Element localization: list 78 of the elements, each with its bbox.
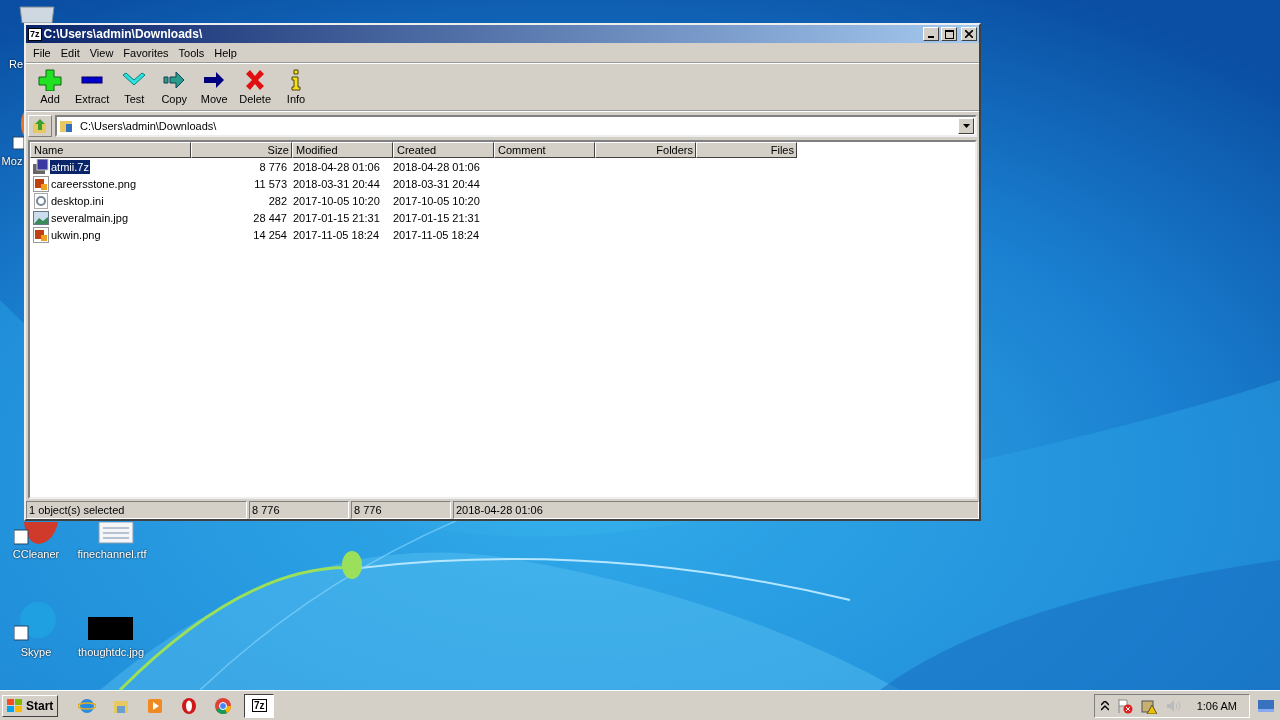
archive-file-icon (33, 158, 49, 175)
column-header[interactable]: Created (393, 142, 494, 158)
image-file-icon (33, 175, 49, 192)
toolbar-button[interactable]: Delete (234, 69, 277, 105)
dropdown-button[interactable] (958, 118, 974, 134)
toolbar-button[interactable]: Copy (154, 69, 195, 105)
file-name[interactable]: ukwin.png (50, 227, 102, 242)
status-bar-field: 8 776 (249, 501, 349, 519)
close-icon (965, 30, 973, 38)
browser-icon[interactable] (12, 110, 24, 150)
taskbar-button[interactable]: 7z (244, 693, 275, 718)
maximize-button[interactable] (941, 27, 957, 41)
column-header[interactable]: Folders (595, 142, 696, 158)
column-header[interactable]: Size (191, 142, 292, 158)
table-cell-text: 14 254 (252, 228, 288, 241)
close-button[interactable] (961, 27, 977, 41)
network-warning-icon[interactable] (1140, 697, 1157, 714)
table-cell-text: 2018-04-28 01:06 (392, 160, 481, 173)
toolbar-button[interactable]: Info (276, 69, 317, 105)
table-cell-text: 2017-11-05 18:24 (392, 228, 481, 241)
status-bar-field: 1 object(s) selected (26, 501, 247, 519)
flag-error-icon[interactable] (1116, 697, 1133, 714)
table-cell-text: 11 573 (253, 177, 288, 190)
window-title: C:\Users\admin\Downloads\ (43, 27, 204, 41)
menu-item[interactable]: Help (209, 46, 242, 59)
menu-item[interactable]: Edit (55, 46, 85, 59)
windows-logo-icon (7, 698, 23, 713)
table-cell-text: 28 447 (252, 211, 288, 224)
column-header[interactable]: Files (696, 142, 797, 158)
ccleaner-icon[interactable] (14, 522, 60, 546)
column-header[interactable]: Modified (292, 142, 393, 158)
minimize-button[interactable] (923, 27, 939, 41)
menu-item[interactable]: Tools (173, 46, 210, 59)
table-cell-text: 282 (267, 194, 288, 207)
file-name[interactable]: careersstone.png (50, 176, 137, 191)
column-header[interactable]: Name (30, 142, 191, 158)
menu-item[interactable]: File (28, 46, 56, 59)
chevron-up-icon[interactable] (1100, 700, 1109, 711)
clock[interactable]: 1:06 AM (1196, 699, 1237, 712)
toolbar-button[interactable]: Add (30, 69, 70, 105)
table-cell-text: 2017-10-05 10:20 (392, 194, 481, 207)
arrow-icon (202, 69, 227, 91)
folder-icon (60, 119, 74, 133)
photo-file-icon (33, 209, 49, 226)
image-file-icon (33, 226, 49, 243)
table-cell-text: 8 776 (258, 160, 288, 173)
toolbar-button[interactable]: Test (114, 69, 155, 105)
toolbar-button[interactable]: Extract (70, 69, 115, 105)
status-bar-field: 8 776 (351, 501, 451, 519)
table-cell-text: 2017-01-15 21:31 (392, 211, 481, 224)
status-bar-field: 2018-04-28 01:06 (453, 501, 979, 519)
table-cell-text: 2018-03-31 20:44 (292, 177, 381, 190)
gear-file-icon (33, 192, 49, 209)
table-cell-text: 2017-11-05 18:24 (292, 228, 381, 241)
table-cell-text: 2018-03-31 20:44 (392, 177, 481, 190)
skype-icon[interactable] (14, 600, 58, 642)
file-name[interactable]: desktop.ini (50, 193, 105, 208)
address-field[interactable]: C:\Users\admin\Downloads\ (55, 115, 977, 137)
file-name[interactable]: atmii.7z (50, 159, 90, 174)
file-name[interactable]: severalmain.jpg (50, 210, 130, 225)
desktop-icon-label[interactable]: Re (8, 58, 24, 71)
folder-up-button[interactable] (28, 115, 52, 137)
app-icon: 7z (28, 27, 42, 41)
start-button[interactable]: Start (2, 694, 59, 717)
menu-item[interactable]: View (84, 46, 119, 59)
column-header[interactable]: Comment (494, 142, 595, 158)
maximize-icon (944, 29, 954, 39)
plus-icon (38, 69, 62, 91)
table-cell-text: 2017-10-05 10:20 (292, 194, 381, 207)
caret-icon (962, 124, 970, 128)
table-cell-text: 2018-04-28 01:06 (292, 160, 381, 173)
desktop-icon-label[interactable]: Moz (1, 155, 23, 168)
toolbar-button[interactable]: Move (194, 69, 235, 105)
folder-up-icon (32, 118, 48, 134)
menu-item[interactable]: Favorites (118, 46, 174, 59)
document-icon[interactable] (98, 522, 134, 544)
table-cell-text: 2017-01-15 21:31 (292, 211, 381, 224)
arrow-icon (162, 69, 187, 91)
